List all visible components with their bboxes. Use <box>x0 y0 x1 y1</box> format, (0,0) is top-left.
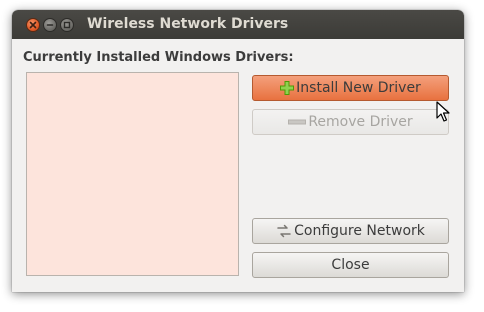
mouse-cursor-icon <box>436 101 450 127</box>
installed-drivers-label: Currently Installed Windows Drivers: <box>23 50 294 65</box>
network-config-icon <box>276 224 292 238</box>
maximize-icon <box>63 21 71 29</box>
install-new-driver-button[interactable]: Install New Driver <box>252 75 449 101</box>
window-title: Wireless Network Drivers <box>87 16 289 32</box>
title-bar[interactable]: Wireless Network Drivers <box>12 10 464 39</box>
remove-driver-label: Remove Driver <box>308 114 413 130</box>
window-maximize-button[interactable] <box>60 18 74 32</box>
close-button-label: Close <box>331 257 370 273</box>
close-button[interactable]: Close <box>252 252 449 278</box>
configure-network-button[interactable]: Configure Network <box>252 218 449 244</box>
plus-icon <box>280 81 295 95</box>
remove-driver-button[interactable]: Remove Driver <box>252 109 449 135</box>
minimize-icon <box>46 24 54 26</box>
install-new-driver-label: Install New Driver <box>296 80 421 96</box>
installed-drivers-list[interactable] <box>26 72 239 276</box>
window-close-button[interactable] <box>26 18 40 32</box>
window-minimize-button[interactable] <box>43 18 57 32</box>
wireless-drivers-window: Wireless Network Drivers Currently Insta… <box>12 10 464 292</box>
configure-network-label: Configure Network <box>294 223 425 239</box>
minus-icon <box>288 118 307 126</box>
close-icon <box>29 21 37 29</box>
